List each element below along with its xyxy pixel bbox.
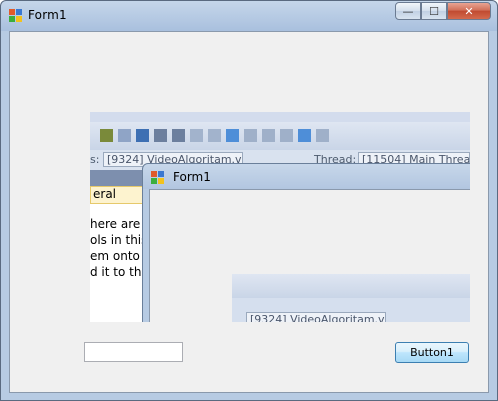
- captured-toolbox-tab: eral: [90, 186, 150, 204]
- screen-capture-picture: s: [9324] VideoAlgoritam.vshost.exe Thre…: [90, 112, 470, 322]
- button1[interactable]: Button1: [395, 342, 469, 363]
- maximize-button[interactable]: ☐: [421, 2, 447, 20]
- minimize-button[interactable]: —: [395, 2, 421, 20]
- captured-inner-process-combo: [9324] VideoAlgoritam.vshost.exe: [246, 312, 386, 322]
- captured-font-icon: [118, 129, 131, 142]
- captured-toolbar: [90, 122, 470, 151]
- maximize-icon: ☐: [429, 4, 439, 18]
- captured-recursive-picture: [9324] VideoAlgoritam.vshost.exe: [232, 274, 470, 322]
- captured-toolbar-top: [90, 112, 470, 122]
- captured-toolbox-text: here are no ols in this em onto t d it t…: [90, 217, 160, 279]
- captured-bubble3-icon: [280, 129, 293, 142]
- form-app-icon: [9, 9, 23, 22]
- close-icon: ✕: [464, 4, 474, 18]
- form-client-area: s: [9324] VideoAlgoritam.vshost.exe Thre…: [9, 31, 489, 393]
- text-input[interactable]: [84, 342, 183, 362]
- captured-inner-form: Form1 [9324] VideoAlgoritam.vshost.exe: [142, 163, 470, 322]
- captured-pointer-icon: [100, 129, 113, 142]
- captured-bubble-icon: [244, 129, 257, 142]
- captured-bubble2-icon: [262, 129, 275, 142]
- captured-comment-icon: [226, 129, 239, 142]
- captured-nav-icon: [298, 129, 311, 142]
- captured-inner-client: [9324] VideoAlgoritam.vshost.exe: [149, 189, 470, 322]
- minimize-icon: —: [402, 4, 414, 18]
- window-title: Form1: [28, 8, 67, 22]
- captured-indent-icon: [154, 129, 167, 142]
- captured-inner-title: Form1: [173, 170, 211, 184]
- title-bar[interactable]: Form1 — ☐ ✕: [1, 1, 497, 31]
- captured-list-icon: [136, 129, 149, 142]
- main-window: Form1 — ☐ ✕ s: [9324] VideoAlgoritam.v T…: [0, 0, 498, 401]
- captured-bookmark-icon: [316, 129, 329, 142]
- captured-outdent-icon: [172, 129, 185, 142]
- captured-form-icon: [151, 171, 165, 184]
- close-button[interactable]: ✕: [447, 2, 491, 20]
- captured-align-icon: [190, 129, 203, 142]
- captured-toolbox-pane: eral here are no ols in this em onto t d…: [90, 170, 160, 322]
- captured-undo-icon: [208, 129, 221, 142]
